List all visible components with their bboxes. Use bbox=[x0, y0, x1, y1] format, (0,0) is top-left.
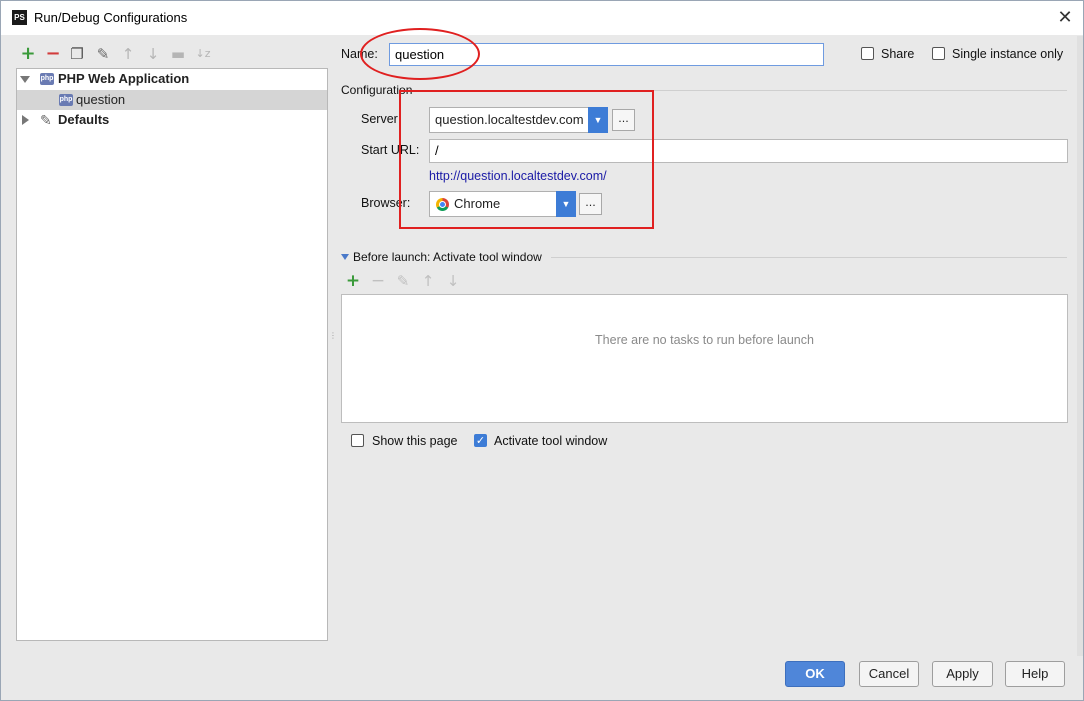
scrollbar[interactable] bbox=[1077, 36, 1083, 656]
move-down-icon[interactable]: ↓ bbox=[144, 45, 162, 63]
title-bar: PS Run/Debug Configurations ✕ bbox=[1, 1, 1083, 35]
move-task-up-icon[interactable]: ↑ bbox=[419, 272, 437, 290]
collapse-arrow-icon[interactable] bbox=[22, 115, 29, 125]
before-launch-task-list[interactable]: There are no tasks to run before launch bbox=[341, 294, 1068, 423]
apply-button[interactable]: Apply bbox=[932, 661, 993, 687]
add-configuration-icon[interactable]: + bbox=[19, 45, 37, 63]
section-divider bbox=[551, 257, 1067, 258]
activate-tool-window-checkbox[interactable]: ✓ bbox=[474, 434, 487, 447]
php-file-icon: php bbox=[59, 94, 73, 106]
copy-configuration-icon[interactable]: ❐ bbox=[68, 45, 86, 63]
help-button[interactable]: Help bbox=[1005, 661, 1065, 687]
ok-button[interactable]: OK bbox=[785, 661, 845, 687]
php-web-app-icon: php bbox=[40, 73, 54, 85]
single-instance-checkbox[interactable] bbox=[932, 47, 945, 60]
empty-tasks-message: There are no tasks to run before launch bbox=[595, 333, 814, 347]
show-page-label: Show this page bbox=[372, 434, 458, 448]
sort-icon[interactable]: ↓z bbox=[194, 45, 212, 63]
activate-tool-window-label: Activate tool window bbox=[494, 434, 608, 448]
wrench-icon: ✎ bbox=[40, 112, 52, 128]
tree-group-label: PHP Web Application bbox=[58, 71, 190, 86]
share-checkbox[interactable] bbox=[861, 47, 874, 60]
move-task-down-icon[interactable]: ↓ bbox=[444, 272, 462, 290]
remove-task-icon[interactable]: − bbox=[369, 272, 387, 290]
close-icon[interactable]: ✕ bbox=[1053, 6, 1077, 30]
tree-group-defaults[interactable]: ✎ Defaults bbox=[17, 110, 327, 130]
add-task-icon[interactable]: + bbox=[344, 272, 362, 290]
move-up-icon[interactable]: ↑ bbox=[119, 45, 137, 63]
folder-icon[interactable]: ▬ bbox=[169, 45, 187, 63]
splitter-handle[interactable]: ⋮ bbox=[329, 332, 337, 348]
server-label: Server bbox=[361, 112, 398, 126]
window-title: Run/Debug Configurations bbox=[34, 10, 188, 25]
annotation-rectangle bbox=[399, 90, 654, 229]
show-page-checkbox[interactable] bbox=[351, 434, 364, 447]
phpstorm-app-icon: PS bbox=[12, 10, 27, 25]
share-label: Share bbox=[881, 47, 915, 61]
edit-task-icon[interactable]: ✎ bbox=[394, 272, 412, 290]
remove-configuration-icon[interactable]: − bbox=[44, 45, 62, 63]
tree-item-label: question bbox=[76, 92, 126, 107]
annotation-ellipse bbox=[360, 28, 480, 80]
configuration-tree: php PHP Web Application php question ✎ D… bbox=[16, 68, 328, 641]
expand-arrow-icon[interactable] bbox=[20, 76, 30, 83]
collapse-before-launch-icon[interactable] bbox=[341, 254, 349, 260]
tree-item-question[interactable]: php question bbox=[17, 90, 327, 110]
tree-defaults-label: Defaults bbox=[58, 112, 110, 127]
wrench-icon[interactable]: ✎ bbox=[94, 45, 112, 63]
single-instance-label: Single instance only bbox=[952, 47, 1064, 61]
run-debug-dialog: PS Run/Debug Configurations ✕ + − ❐ ✎ ↑ … bbox=[0, 0, 1084, 701]
tree-group-php-web-application[interactable]: php PHP Web Application bbox=[17, 69, 327, 89]
cancel-button[interactable]: Cancel bbox=[859, 661, 919, 687]
before-launch-title: Before launch: Activate tool window bbox=[353, 250, 542, 264]
